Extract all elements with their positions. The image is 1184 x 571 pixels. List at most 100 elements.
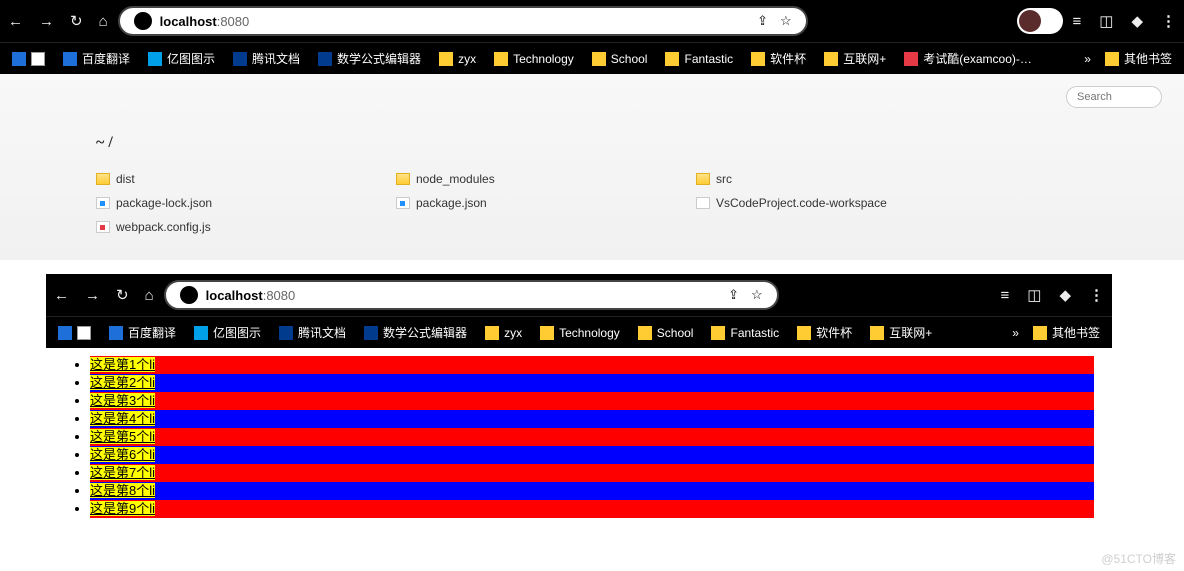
list-item-text: 这是第5个li [90, 429, 155, 444]
bookmark-icon [194, 326, 208, 340]
folder-icon [1105, 52, 1119, 66]
bookmark-item[interactable]: 百度翻译 [109, 324, 176, 341]
bookmark-item[interactable]: 互联网+ [870, 324, 932, 341]
bookmark-item[interactable]: 软件杯 [751, 50, 806, 67]
bookmark-icon [364, 326, 378, 340]
bookmark-label: 腾讯文档 [298, 324, 346, 341]
reload-icon[interactable]: ↻ [116, 286, 129, 304]
translate-icon [58, 326, 72, 340]
extension-pill[interactable] [1017, 8, 1063, 34]
url-actions: ⇪ ☆ [728, 287, 763, 303]
file-entry[interactable]: node_modules [396, 172, 696, 186]
file-name: webpack.config.js [116, 220, 211, 234]
file-entry[interactable]: package.json [396, 196, 696, 210]
bookmark-item[interactable]: 亿图图示 [194, 324, 261, 341]
overflow-icon[interactable]: » [1084, 52, 1091, 66]
bookmark-item[interactable]: 腾讯文档 [279, 324, 346, 341]
bookmark-icon [318, 52, 332, 66]
menu-icon[interactable]: ⋮ [1161, 12, 1176, 30]
reload-icon[interactable]: ↻ [70, 12, 83, 30]
bookmark-item[interactable]: 软件杯 [797, 324, 852, 341]
styled-list: 这是第1个li这是第2个li这是第3个li这是第4个li这是第5个li这是第6个… [64, 356, 1094, 518]
bookmark-item[interactable]: 亿图图示 [148, 50, 215, 67]
bookmark-icon [638, 326, 652, 340]
list-item-text: 这是第7个li [90, 465, 155, 480]
bookmark-item[interactable]: 百度翻译 [63, 50, 130, 67]
bookmark-label: 软件杯 [816, 324, 852, 341]
bookmark-item[interactable]: 数学公式编辑器 [318, 50, 421, 67]
bookmark-label: Technology [559, 326, 620, 340]
panel-icon[interactable]: ◫ [1027, 286, 1041, 304]
bookmark-label: Fantastic [730, 326, 779, 340]
file-entry[interactable]: src [696, 172, 996, 186]
bookmark-item[interactable]: School [592, 52, 648, 66]
bookmark-item[interactable]: zyx [439, 52, 476, 66]
back-icon[interactable]: ← [8, 13, 23, 30]
list-item: 这是第6个li [90, 446, 1094, 464]
star-icon[interactable]: ☆ [751, 287, 763, 303]
bookmark-item[interactable]: Fantastic [665, 52, 733, 66]
files-grid: dist node_modules src package-lock.jsonpack… [96, 172, 1184, 234]
list-item-text: 这是第6个li [90, 447, 155, 462]
file-entry[interactable]: package-lock.json [96, 196, 396, 210]
js-icon [96, 221, 110, 233]
bookmark-label: 软件杯 [770, 50, 806, 67]
file-entry[interactable]: webpack.config.js [96, 220, 396, 234]
bookmark-item[interactable]: 数学公式编辑器 [364, 324, 467, 341]
other-bookmarks[interactable]: 其他书签 [1105, 50, 1172, 67]
bookmark-icon [109, 326, 123, 340]
list-item-text: 这是第9个li [90, 501, 155, 516]
bookmark-item[interactable]: 互联网+ [824, 50, 886, 67]
bookmark-icon [540, 326, 554, 340]
share-icon[interactable]: ⇪ [728, 287, 739, 303]
bookmark-label: 腾讯文档 [252, 50, 300, 67]
site-info-icon[interactable] [180, 286, 198, 304]
forward-icon[interactable]: → [85, 287, 100, 304]
bookmark-icon [63, 52, 77, 66]
address-bar[interactable]: localhost:8080 ⇪ ☆ [118, 6, 808, 36]
menu-icon[interactable]: ⋮ [1089, 286, 1104, 304]
json-icon [96, 197, 110, 209]
bookmark-item[interactable]: Technology [494, 52, 574, 66]
toolbar-right-icons: ≡ ◫ ◆ ⋮ [1073, 12, 1177, 30]
bookmark-icon [870, 326, 884, 340]
browser-toolbar: ← → ↻ ⌂ localhost:8080 ⇪ ☆ ≡ ◫ ◆ ⋮ [0, 0, 1184, 42]
bookmark-icon [824, 52, 838, 66]
reader-icon[interactable]: ≡ [1073, 13, 1082, 30]
bookmark-item[interactable]: 腾讯文档 [233, 50, 300, 67]
dir-icon [696, 173, 710, 185]
list-item: 这是第1个li [90, 356, 1094, 374]
bookmark-item[interactable]: Fantastic [711, 326, 779, 340]
dir-icon [96, 173, 110, 185]
browser-window-1: ← → ↻ ⌂ localhost:8080 ⇪ ☆ ≡ ◫ ◆ ⋮ 百度翻译 亿… [0, 0, 1184, 74]
url-port: :8080 [263, 288, 296, 303]
bookmark-item[interactable]: School [638, 326, 694, 340]
reader-icon[interactable]: ≡ [1001, 287, 1010, 304]
list-item-text: 这是第8个li [90, 483, 155, 498]
forward-icon[interactable]: → [39, 13, 54, 30]
site-info-icon[interactable] [134, 12, 152, 30]
profile-icon[interactable]: ◆ [1131, 12, 1143, 30]
bookmark-icon [904, 52, 918, 66]
home-icon[interactable]: ⌂ [99, 13, 108, 30]
profile-icon[interactable]: ◆ [1059, 286, 1071, 304]
bookmark-item[interactable]: Technology [540, 326, 620, 340]
back-icon[interactable]: ← [54, 287, 69, 304]
nav-buttons: ← → ↻ ⌂ [54, 286, 154, 304]
panel-icon[interactable]: ◫ [1099, 12, 1113, 30]
bookmark-item[interactable]: zyx [485, 326, 522, 340]
bookmark-item[interactable]: 考试酷(examcoo)-… [904, 50, 1032, 67]
share-icon[interactable]: ⇪ [757, 13, 768, 29]
overflow-icon[interactable]: » [1012, 326, 1019, 340]
other-bookmarks[interactable]: 其他书签 [1033, 324, 1100, 341]
file-entry[interactable]: dist [96, 172, 396, 186]
address-bar[interactable]: localhost:8080 ⇪ ☆ [164, 280, 779, 310]
json-icon [396, 197, 410, 209]
search-input[interactable] [1066, 86, 1162, 108]
file-entry[interactable]: VsCodeProject.code-workspace [696, 196, 996, 210]
bookmark-label: 互联网+ [889, 324, 932, 341]
file-name: node_modules [416, 172, 495, 186]
home-icon[interactable]: ⌂ [145, 287, 154, 304]
star-icon[interactable]: ☆ [780, 13, 792, 29]
list-page: 这是第1个li这是第2个li这是第3个li这是第4个li这是第5个li这是第6个… [46, 348, 1112, 526]
